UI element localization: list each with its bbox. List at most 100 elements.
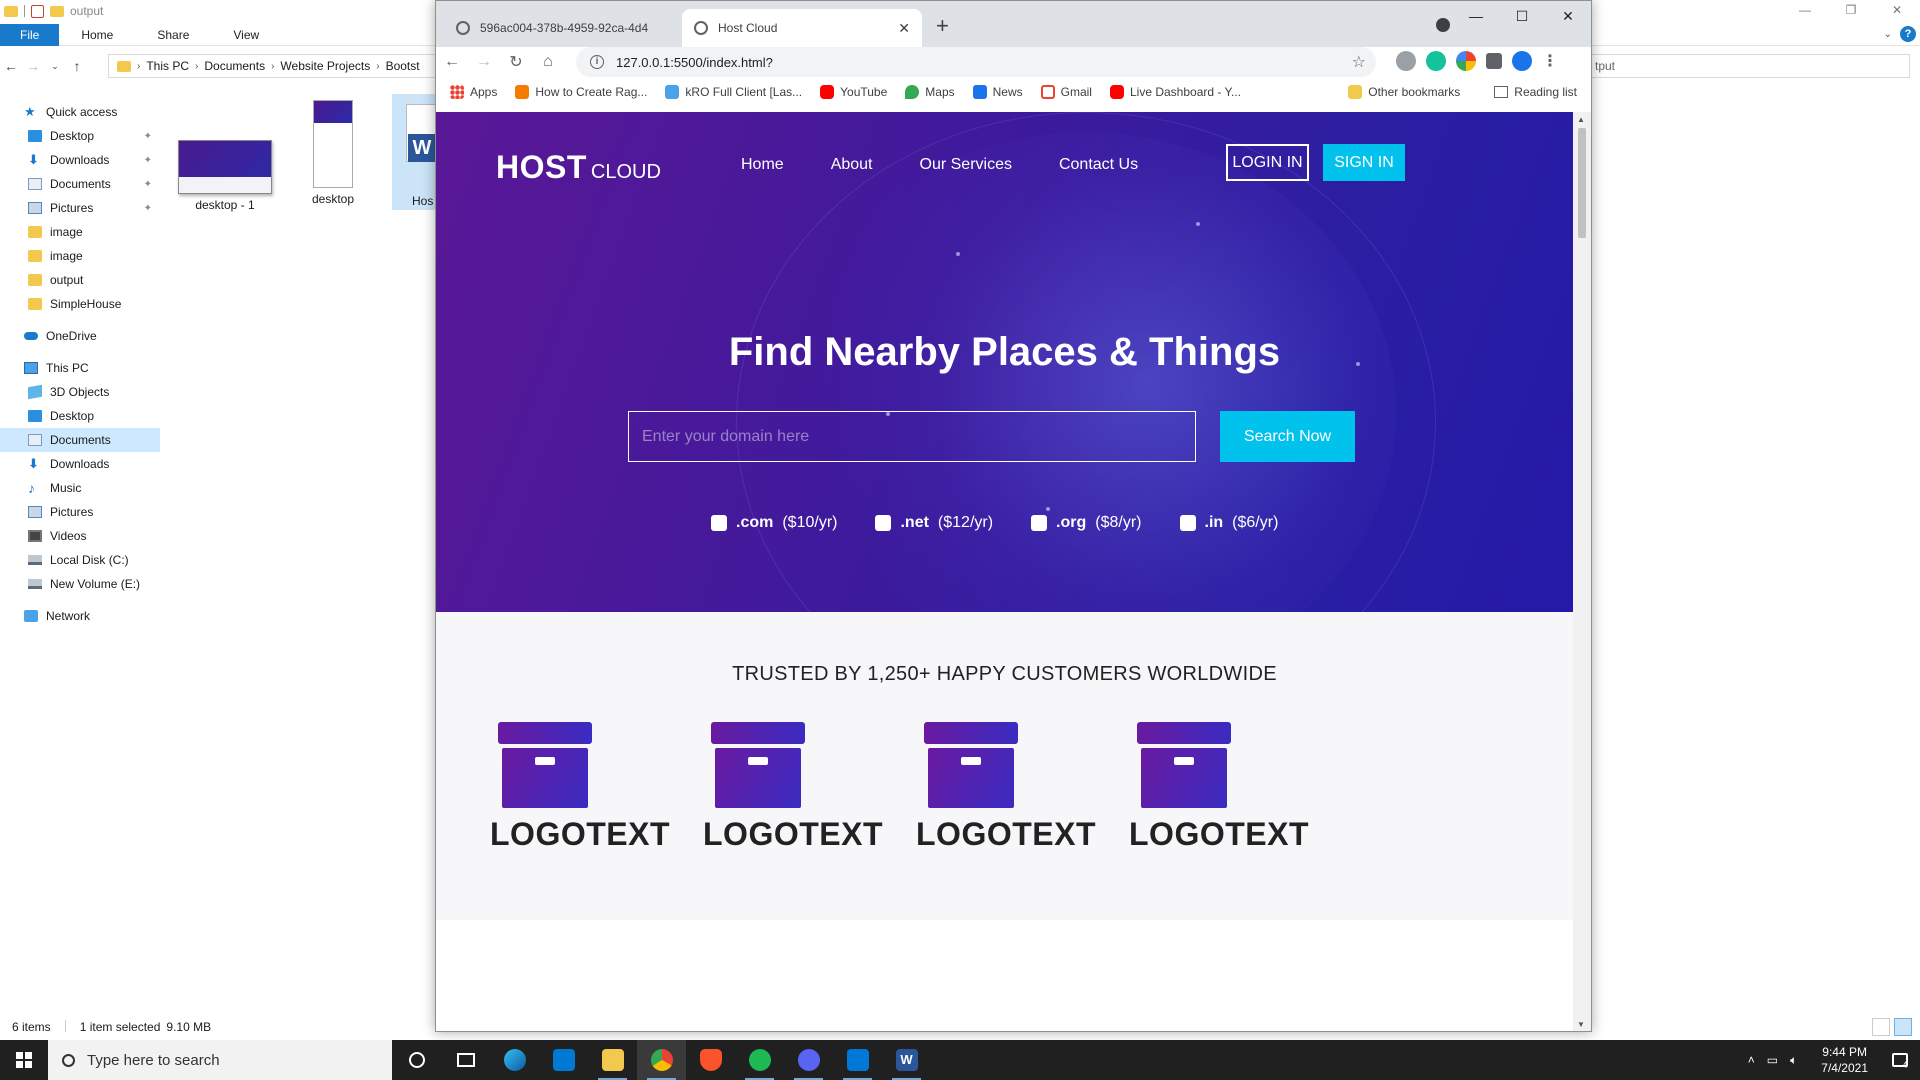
recent-dropdown-icon[interactable]: ⌄ [44, 61, 66, 72]
pin-icon[interactable]: ✦ [144, 179, 152, 190]
url-bar[interactable]: i 127.0.0.1:5500/index.html? ☆ [576, 47, 1376, 77]
nav-item-new-volume[interactable]: New Volume (E:) [0, 572, 160, 596]
clock[interactable]: 9:44 PM 7/4/2021 [1821, 1044, 1868, 1076]
task-view-button[interactable] [441, 1040, 490, 1080]
nav-item-3d-objects[interactable]: 3D Objects [0, 380, 160, 404]
file-item[interactable]: desktop [286, 100, 380, 206]
new-folder-icon[interactable] [50, 5, 64, 17]
nav-item-videos[interactable]: Videos [0, 524, 160, 548]
nav-item-output[interactable]: output [0, 268, 160, 292]
site-logo[interactable]: HOST CLOUD [496, 149, 661, 186]
properties-icon[interactable] [31, 4, 44, 18]
nav-this-pc[interactable]: This PC [0, 356, 160, 380]
reload-icon[interactable]: ↻ [500, 52, 532, 72]
start-button[interactable] [0, 1040, 48, 1080]
chrome-app[interactable] [637, 1040, 686, 1080]
nav-quick-access[interactable]: ★ Quick access [0, 100, 160, 124]
nav-onedrive[interactable]: OneDrive [0, 324, 160, 348]
ribbon-tab-view[interactable]: View [211, 28, 281, 42]
details-view-icon[interactable] [1872, 1018, 1890, 1036]
nav-item-simplehouse[interactable]: SimpleHouse [0, 292, 160, 316]
brave-app[interactable] [686, 1040, 735, 1080]
tab-search-icon[interactable] [1436, 18, 1450, 32]
nav-item-desktop[interactable]: Desktop ✦ [0, 124, 160, 148]
nav-link-contact[interactable]: Contact Us [1059, 156, 1138, 174]
nav-item-pc-desktop[interactable]: Desktop [0, 404, 160, 428]
browser-tab[interactable]: 596ac004-378b-4959-92ca-4d4 [444, 9, 682, 47]
ribbon-file-tab[interactable]: File [0, 23, 60, 46]
grammarly-icon[interactable] [1426, 51, 1446, 71]
extension-icon[interactable] [1456, 51, 1476, 71]
nav-link-services[interactable]: Our Services [920, 156, 1012, 174]
checkbox[interactable] [1179, 515, 1196, 531]
folder-icon[interactable] [4, 5, 18, 17]
ribbon-tab-share[interactable]: Share [135, 28, 211, 42]
breadcrumb-this-pc[interactable]: This PC [146, 59, 189, 73]
nav-link-home[interactable]: Home [741, 156, 784, 174]
extension-icon[interactable] [1396, 51, 1416, 71]
expand-ribbon-icon[interactable]: ⌄ [1884, 29, 1892, 40]
other-bookmarks-folder[interactable]: Other bookmarks [1348, 85, 1460, 99]
maximize-button[interactable]: ☐ [1499, 1, 1545, 31]
tld-option-net[interactable]: .net ($12/yr) [875, 514, 993, 532]
nav-item-downloads[interactable]: ⬇ Downloads ✦ [0, 148, 160, 172]
up-arrow-icon[interactable]: ↑ [66, 58, 88, 74]
nav-item-music[interactable]: ♪ Music [0, 476, 160, 500]
pin-icon[interactable]: ✦ [144, 131, 152, 142]
bookmark-apps[interactable]: Apps [450, 85, 497, 99]
bookmark-live-dashboard[interactable]: Live Dashboard - Y... [1109, 85, 1241, 99]
checkbox[interactable] [875, 515, 892, 531]
large-icons-view-icon[interactable] [1894, 1018, 1912, 1036]
breadcrumb-documents[interactable]: Documents [204, 59, 265, 73]
nav-item-local-disk[interactable]: Local Disk (C:) [0, 548, 160, 572]
cortana-button[interactable] [392, 1040, 441, 1080]
bookmark-youtube[interactable]: YouTube [820, 85, 887, 99]
login-button[interactable]: LOGIN IN [1226, 144, 1309, 181]
tld-option-com[interactable]: .com ($10/yr) [711, 514, 837, 532]
discord-app[interactable] [784, 1040, 833, 1080]
reading-list-button[interactable]: Reading list [1494, 85, 1577, 99]
home-icon[interactable]: ⌂ [532, 53, 564, 71]
chevron-up-icon[interactable]: ˄ [1748, 1053, 1755, 1067]
word-app[interactable]: W [882, 1040, 931, 1080]
forward-arrow-icon[interactable]: → [22, 58, 44, 74]
domain-search-input[interactable] [628, 411, 1196, 462]
close-tab-icon[interactable]: ✕ [898, 20, 910, 37]
forward-arrow-icon[interactable]: → [468, 53, 500, 71]
scroll-up-icon[interactable]: ▲ [1577, 115, 1585, 124]
page-scrollbar[interactable]: ▲ ▼ [1573, 112, 1591, 1031]
file-explorer-app[interactable] [588, 1040, 637, 1080]
new-tab-button[interactable]: + [936, 13, 949, 39]
minimize-button[interactable]: — [1782, 0, 1828, 22]
help-icon[interactable]: ? [1900, 26, 1916, 42]
signin-button[interactable]: SIGN IN [1323, 144, 1405, 181]
nav-item-image[interactable]: image [0, 220, 160, 244]
back-arrow-icon[interactable]: ← [0, 58, 22, 74]
search-now-button[interactable]: Search Now [1220, 411, 1355, 462]
extensions-puzzle-icon[interactable] [1486, 53, 1502, 69]
network-icon[interactable]: ▭ [1767, 1053, 1778, 1067]
mail-app[interactable] [539, 1040, 588, 1080]
breadcrumb-website-projects[interactable]: Website Projects [280, 59, 370, 73]
bookmark-star-icon[interactable]: ☆ [1352, 52, 1366, 72]
scroll-down-icon[interactable]: ▼ [1577, 1020, 1585, 1029]
nav-item-pictures[interactable]: Pictures ✦ [0, 196, 160, 220]
breadcrumb-bootstrap[interactable]: Bootst [386, 59, 420, 73]
profile-avatar-icon[interactable] [1512, 51, 1532, 71]
minimize-button[interactable]: — [1453, 1, 1499, 31]
nav-item-pc-documents[interactable]: Documents [0, 428, 160, 452]
nav-item-pc-pictures[interactable]: Pictures [0, 500, 160, 524]
back-arrow-icon[interactable]: ← [436, 53, 468, 71]
restore-button[interactable]: ❐ [1828, 0, 1874, 22]
file-item[interactable]: desktop - 1 [178, 132, 272, 212]
close-button[interactable]: ✕ [1874, 0, 1920, 22]
bookmark-gmail[interactable]: Gmail [1040, 85, 1092, 99]
pin-icon[interactable]: ✦ [144, 203, 152, 214]
nav-link-about[interactable]: About [831, 156, 873, 174]
edge-app[interactable] [490, 1040, 539, 1080]
close-button[interactable]: ✕ [1545, 1, 1591, 31]
nav-item-documents[interactable]: Documents ✦ [0, 172, 160, 196]
bookmark-news[interactable]: News [972, 85, 1023, 99]
info-icon[interactable]: i [590, 55, 604, 69]
menu-dots-icon[interactable]: ⋮ [1542, 51, 1558, 71]
